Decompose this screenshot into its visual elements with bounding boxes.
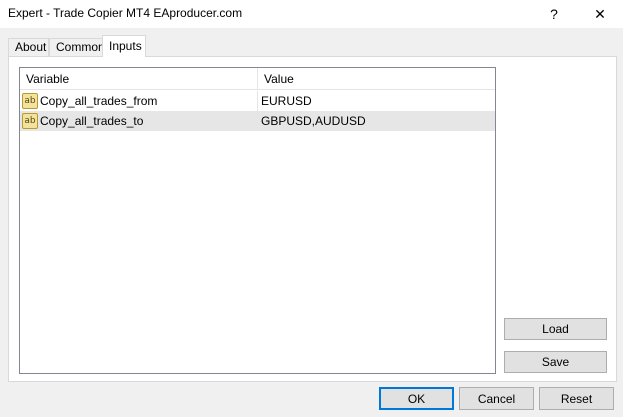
cancel-button[interactable]: Cancel <box>459 387 534 410</box>
close-icon: ✕ <box>594 5 606 22</box>
help-button[interactable]: ? <box>531 0 577 28</box>
column-header-variable[interactable]: Variable <box>20 68 258 90</box>
tab-bar: About Common Inputs <box>0 28 623 57</box>
inputs-grid: Variable Value ab Copy_all_trades_from E… <box>19 67 496 374</box>
close-button[interactable]: ✕ <box>577 0 623 28</box>
inputs-panel: Variable Value ab Copy_all_trades_from E… <box>8 56 617 382</box>
tab-inputs[interactable]: Inputs <box>102 35 146 57</box>
window-title: Expert - Trade Copier MT4 EAproducer.com <box>8 6 243 20</box>
table-row[interactable]: ab Copy_all_trades_to GBPUSD,AUDUSD <box>20 111 495 131</box>
tab-about[interactable]: About <box>8 38 49 56</box>
variable-name: Copy_all_trades_to <box>40 114 144 128</box>
grid-header: Variable Value <box>20 68 495 90</box>
save-button[interactable]: Save <box>504 351 607 373</box>
variable-name: Copy_all_trades_from <box>40 94 158 108</box>
ok-button[interactable]: OK <box>379 387 454 410</box>
reset-button[interactable]: Reset <box>539 387 614 410</box>
tab-common[interactable]: Common <box>49 38 105 56</box>
column-header-value[interactable]: Value <box>258 68 495 90</box>
ab-string-icon: ab <box>22 93 38 109</box>
load-button[interactable]: Load <box>504 318 607 340</box>
title-bar: Expert - Trade Copier MT4 EAproducer.com… <box>0 0 623 28</box>
help-icon: ? <box>550 6 558 22</box>
variable-cell[interactable]: ab Copy_all_trades_to <box>20 111 258 131</box>
value-cell[interactable]: GBPUSD,AUDUSD <box>258 111 495 131</box>
variable-cell[interactable]: ab Copy_all_trades_from <box>20 91 258 111</box>
ab-string-icon: ab <box>22 113 38 129</box>
value-cell[interactable]: EURUSD <box>258 91 495 111</box>
table-row[interactable]: ab Copy_all_trades_from EURUSD <box>20 91 495 111</box>
